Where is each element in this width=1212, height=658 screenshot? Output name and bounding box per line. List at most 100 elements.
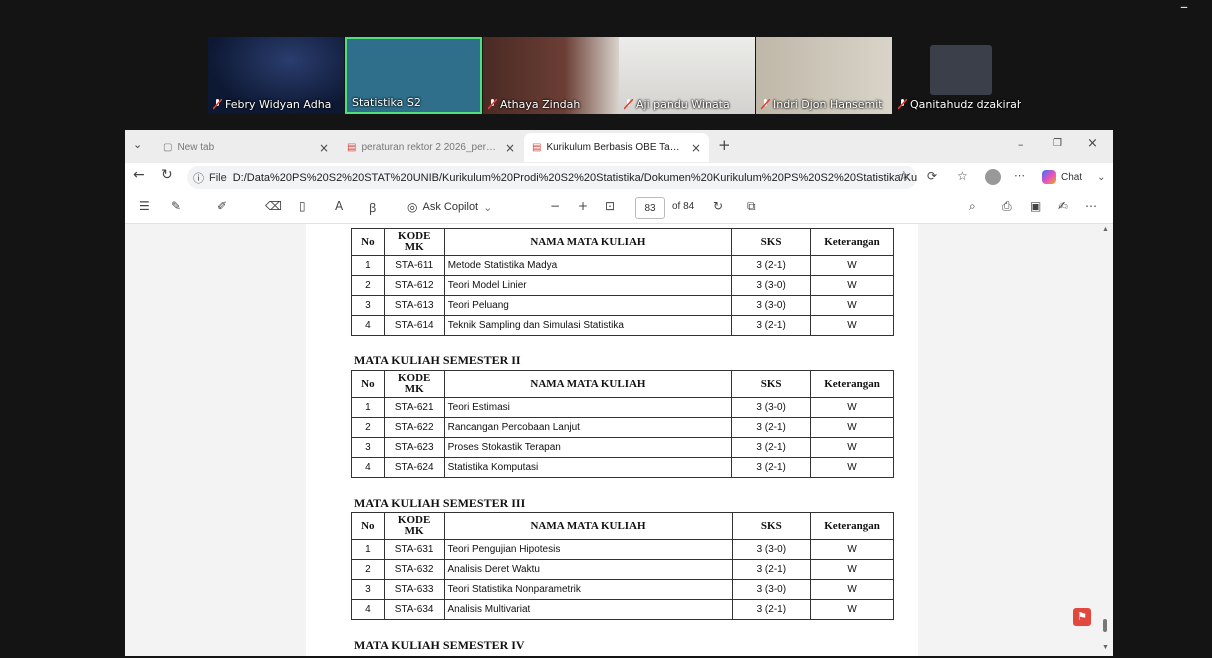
participant-tile-2[interactable]: Athaya Zindah [483,37,619,114]
translate-icon[interactable]: ꞵ [369,199,377,216]
column-header-no: No [351,512,385,540]
page-number-input[interactable]: 83 [635,197,665,219]
window-minimize-icon[interactable]: – [1018,138,1024,151]
course-table: No KODE MK NAMA MATA KULIAH SKS Keterangan 1 S… [351,512,894,620]
close-tab-icon[interactable]: × [319,141,329,155]
save-as-icon[interactable]: ✍ [1058,199,1068,213]
favorite-star-icon[interactable]: ☆ [898,169,910,184]
close-tab-icon[interactable]: × [505,141,515,155]
read-aloud-icon[interactable]: A [335,199,343,213]
ask-copilot-button[interactable]: ◎ Ask Copilot ⌄ [407,200,492,214]
page-view-icon[interactable]: ▯ [299,199,306,213]
chevron-down-icon: ⌄ [483,201,493,214]
address-row: ← ↻ ⓘ File D:/Data%20PS%20S2%20STAT%20UN… [125,163,1113,192]
fit-page-icon[interactable]: ⊡ [605,199,615,213]
table-row: 2 STA-622 Rancangan Percobaan Lanjut 3 (2-1… [351,417,894,438]
cell-ket: W [810,599,894,620]
tab-new-tab[interactable]: ▢ New tab × [155,133,337,162]
column-header-sks: SKS [731,370,812,398]
cell-nama: Teori Peluang [443,295,733,316]
cell-ket: W [810,579,894,600]
table-row: 3 STA-623 Proses Stokastik Terapan 3 (2-1) W [351,437,894,458]
cell-kode: STA-612 [383,275,445,296]
cell-nama: Teknik Sampling dan Simulasi Statistika [443,315,733,336]
print-icon[interactable]: ⎙ [1002,199,1012,214]
zoom-out-icon[interactable]: − [550,199,560,213]
tab-kurikulum-obe[interactable]: ▤ Kurikulum Berbasis OBE Tahun 2025 × [524,133,709,162]
settings-more-icon[interactable]: ⋯ [1085,199,1097,213]
scrollbar-thumb[interactable] [1103,619,1107,632]
search-icon[interactable]: ⌕ [969,199,976,214]
new-tab-plus-icon[interactable]: + [718,136,731,154]
cell-ket: W [810,417,894,438]
cell-no: 2 [351,417,385,438]
highlight-icon[interactable]: ✎ [171,199,181,213]
participant-tile-5[interactable]: Qanitahudz dzakirah [893,37,1021,114]
scroll-down-icon[interactable]: ▼ [1102,644,1109,651]
cell-sks: 3 (2-1) [731,559,812,580]
back-arrow-icon[interactable]: ← [133,167,145,183]
shared-browser-window: ⌄ ▢ New tab × ▤ peraturan rektor 2 2026_… [125,130,1113,656]
course-table: No KODE MK NAMA MATA KULIAH SKS Keterangan 1 S… [351,370,894,478]
column-header-nama: NAMA MATA KULIAH [443,228,733,256]
mic-muted-icon [213,99,222,110]
participant-name-tag: Indri Djon Hansemit [761,98,883,111]
vertical-scrollbar[interactable]: ▲ ▼ [1100,224,1110,656]
cell-ket: W [810,539,894,560]
cell-kode: STA-622 [383,417,445,438]
reload-icon[interactable]: ↻ [161,167,173,183]
cell-no: 4 [351,315,385,336]
column-header-sks: SKS [731,512,812,540]
two-page-icon[interactable]: ⧉ [747,199,756,214]
column-header-ket: Keterangan [810,370,894,398]
profile-avatar[interactable] [985,169,1001,185]
participant-tile-3[interactable]: Aji pandu Winata [619,37,755,114]
pdf-icon: ▤ [347,142,357,153]
minimize-button[interactable]: – [1180,0,1188,15]
favorites-list-icon[interactable]: ☆ [957,169,968,183]
participant-tile-1[interactable]: Statistika S2 [345,37,482,114]
copilot-chat-button[interactable]: Chat ⌄ [1042,170,1106,184]
tab-actions-chevron-icon[interactable]: ⌄ [133,138,142,151]
newtab-icon: ▢ [163,142,173,153]
draw-icon[interactable]: ✐ [217,199,227,213]
extensions-icon[interactable]: ⟳ [927,169,937,183]
contents-icon[interactable]: ☰ [139,199,150,213]
rotate-icon[interactable]: ↻ [713,199,723,213]
column-header-kode: KODE MK [383,512,445,540]
pdf-toolbar: ☰ ✎ ✐ ⌫ ▯ A ꞵ ◎ Ask Copilot ⌄ − + ⊡ 83 o… [125,192,1113,224]
participant-name-tag: Febry Widyan Adha [213,98,331,111]
erase-icon[interactable]: ⌫ [265,199,282,213]
cell-ket: W [810,559,894,580]
pdf-viewer[interactable]: No KODE MK NAMA MATA KULIAH SKS Keterangan 1 S… [125,224,1113,656]
close-tab-icon[interactable]: × [691,141,701,155]
participant-name-tag: Statistika S2 [352,96,421,109]
more-menu-icon[interactable]: ⋯ [1014,169,1025,182]
cell-ket: W [810,295,894,316]
cell-kode: STA-631 [383,539,445,560]
cell-ket: W [810,275,894,296]
window-close-icon[interactable]: × [1087,136,1098,151]
cell-kode: STA-614 [383,315,445,336]
acrobat-icon[interactable]: ⚑ [1073,608,1091,626]
column-header-sks: SKS [731,228,812,256]
cell-kode: STA-611 [383,255,445,276]
zoom-in-icon[interactable]: + [578,199,588,213]
cell-nama: Teori Pengujian Hipotesis [443,539,733,560]
cell-sks: 3 (3-0) [731,397,812,418]
copilot-icon: ◎ [407,200,418,214]
window-restore-icon[interactable]: ❐ [1053,138,1062,149]
cell-ket: W [810,457,894,478]
table-row: 1 STA-621 Teori Estimasi 3 (3-0) W [351,397,894,418]
cell-nama: Metode Statistika Madya [443,255,733,276]
cell-kode: STA-634 [383,599,445,620]
save-icon[interactable]: ▣ [1030,199,1041,213]
address-bar[interactable]: ⓘ File D:/Data%20PS%20S2%20STAT%20UNIB/K… [187,166,917,189]
participant-tile-0[interactable]: Febry Widyan Adha [208,37,344,114]
scroll-up-icon[interactable]: ▲ [1102,226,1109,233]
table-header-row: No KODE MK NAMA MATA KULIAH SKS Keterangan [351,370,894,398]
table-row: 2 STA-632 Analisis Deret Waktu 3 (2-1) W [351,559,894,580]
participant-tile-4[interactable]: Indri Djon Hansemit [756,37,892,114]
table-row: 3 STA-613 Teori Peluang 3 (3-0) W [351,295,894,316]
tab-peraturan-rektor[interactable]: ▤ peraturan rektor 2 2026_peraturan × [339,133,523,162]
